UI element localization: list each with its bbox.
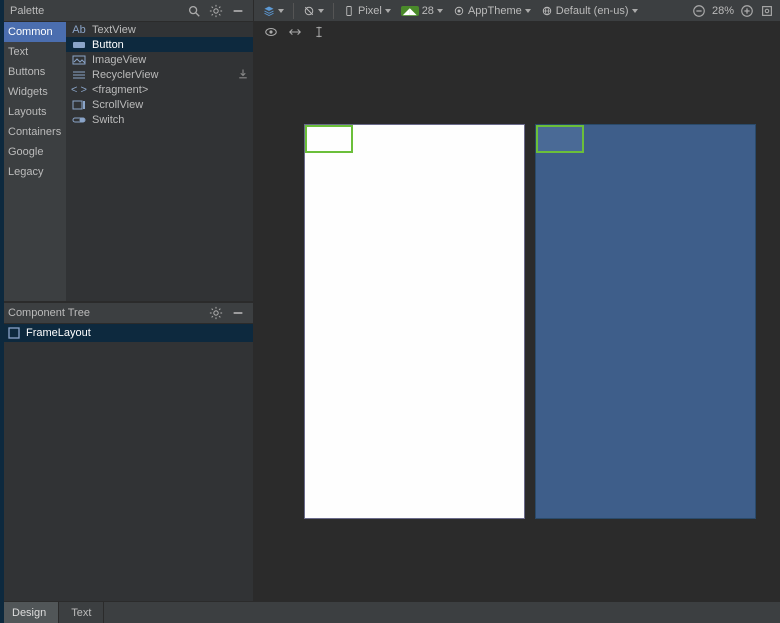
tree-item-framelayout[interactable]: FrameLayout [0,324,253,342]
palette-item-label: TextView [92,24,136,36]
gear-icon[interactable] [209,4,223,18]
palette-category-google[interactable]: Google [0,142,66,162]
palette-item-textview[interactable]: Ab TextView [66,22,253,37]
imageview-icon [72,55,86,65]
minimize-icon[interactable] [231,306,245,320]
tab-design[interactable]: Design [0,602,59,623]
component-tree-header: Component Tree [0,302,253,324]
blueprint-surface[interactable] [535,124,756,519]
palette-category-text[interactable]: Text [0,42,66,62]
palette-item-fragment[interactable]: < > <fragment> [66,82,253,97]
fragment-icon: < > [72,85,86,95]
component-tree: FrameLayout [0,324,253,601]
recyclerview-icon [72,70,86,80]
tab-text[interactable]: Text [59,602,104,623]
palette-item-recyclerview[interactable]: RecyclerView [66,67,253,82]
design-canvas[interactable] [254,42,780,601]
button-icon [72,40,86,50]
orientation-dropdown[interactable] [300,5,327,17]
palette-item-label: Button [92,39,124,51]
switch-icon [72,115,86,125]
framelayout-icon [8,327,20,339]
palette-item-label: <fragment> [92,84,148,96]
api-label: 28 [422,5,434,17]
palette-categories: Common Text Buttons Widgets Layouts Cont… [0,22,66,301]
palette-item-scrollview[interactable]: ScrollView [66,97,253,112]
palette-items: Ab TextView Button ImageView RecyclerVie… [66,22,253,301]
palette-category-buttons[interactable]: Buttons [0,62,66,82]
palette-item-switch[interactable]: Switch [66,112,253,127]
textview-icon: Ab [72,25,86,35]
component-tree-title: Component Tree [8,307,209,319]
locale-label: Default (en-us) [556,5,629,17]
scrollview-icon [72,100,86,110]
zoom-in-icon[interactable] [740,4,754,18]
locale-dropdown[interactable]: Default (en-us) [538,5,641,17]
zoom-out-icon[interactable] [692,4,706,18]
api-dropdown[interactable]: ◢◣ 28 [398,5,446,17]
download-icon[interactable] [237,68,249,83]
design-surface[interactable] [304,124,525,519]
theme-dropdown[interactable]: AppTheme [450,5,534,17]
search-icon[interactable] [187,4,201,18]
palette-item-imageview[interactable]: ImageView [66,52,253,67]
eye-icon[interactable] [264,25,278,39]
design-toolbar: Pixel ◢◣ 28 AppTheme Default (en-us) 28% [254,0,780,21]
design-subtoolbar [254,22,780,42]
cursor-icon[interactable] [312,25,326,39]
palette-category-widgets[interactable]: Widgets [0,82,66,102]
bottom-tabs: Design Text [0,601,780,623]
palette-item-label: ImageView [92,54,146,66]
design-surface-dropdown[interactable] [260,5,287,17]
selection-rail [0,0,4,623]
palette-category-containers[interactable]: Containers [0,122,66,142]
palette-item-label: ScrollView [92,99,143,111]
api-pill-icon: ◢◣ [401,6,419,16]
palette-title: Palette [10,5,187,17]
gear-icon[interactable] [209,306,223,320]
theme-label: AppTheme [468,5,522,17]
palette-item-label: RecyclerView [92,69,158,81]
palette-item-label: Switch [92,114,124,126]
palette-category-legacy[interactable]: Legacy [0,162,66,182]
zoom-fit-icon[interactable] [760,4,774,18]
palette-item-button[interactable]: Button [66,37,253,52]
zoom-label: 28% [712,5,734,17]
minimize-icon[interactable] [231,4,245,18]
tree-item-label: FrameLayout [26,327,91,339]
palette-category-layouts[interactable]: Layouts [0,102,66,122]
palette-category-common[interactable]: Common [0,22,66,42]
selected-view-outline[interactable] [305,125,353,153]
device-label: Pixel [358,5,382,17]
palette-titlebar: Palette [0,0,254,21]
selected-view-outline[interactable] [536,125,584,153]
device-dropdown[interactable]: Pixel [340,5,394,17]
pan-icon[interactable] [288,25,302,39]
